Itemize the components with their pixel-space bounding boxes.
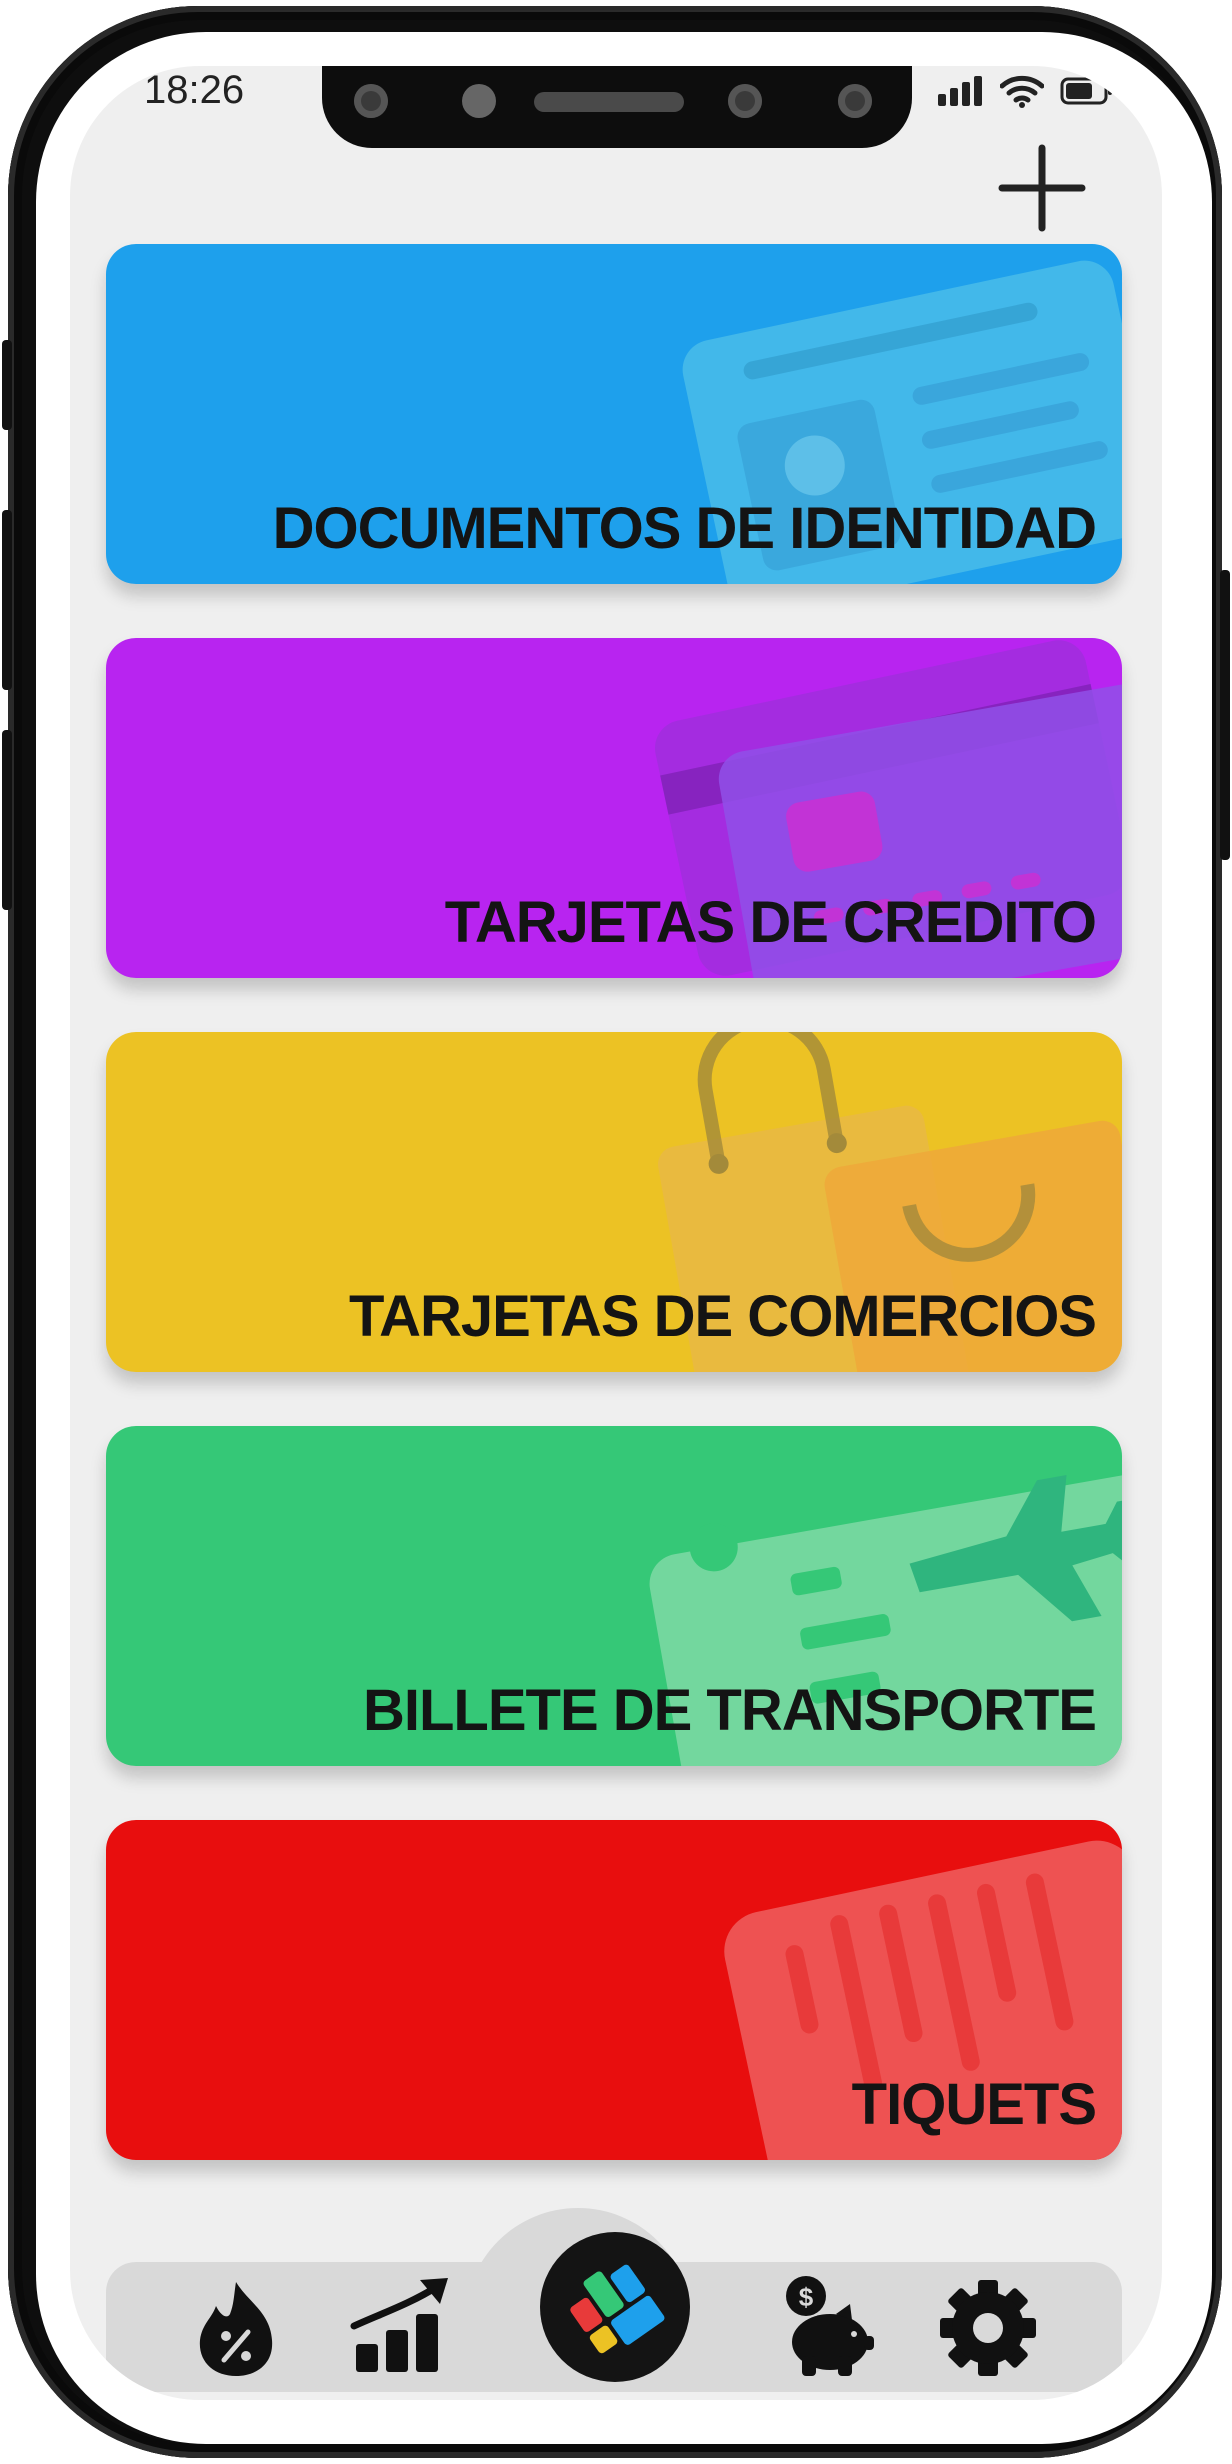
sensor-dot [838, 84, 872, 118]
signal-icon [938, 76, 982, 106]
plus-icon[interactable] [996, 142, 1088, 234]
phone-notch [322, 66, 912, 148]
gear-icon[interactable] [938, 2278, 1038, 2378]
card-tiquets[interactable]: TIQUETS [106, 1820, 1122, 2160]
card-tarjetas-credito[interactable]: TARJETAS DE CREDITO [106, 638, 1122, 978]
sensor-dot [354, 84, 388, 118]
card-label: TIQUETS [851, 2072, 1097, 2137]
battery-icon [1060, 77, 1112, 105]
status-time: 18:26 [144, 68, 245, 112]
card-label: BILLETE DE TRANSPORTE [362, 1678, 1097, 1743]
status-icons [938, 74, 1114, 108]
front-camera [728, 84, 762, 118]
wifi-icon [1000, 75, 1044, 108]
card-tarjetas-comercios[interactable]: TARJETAS DE COMERCIOS [106, 1032, 1122, 1372]
growth-chart-icon[interactable] [350, 2274, 454, 2374]
earpiece-speaker [534, 92, 684, 112]
app-logo-mark [570, 2264, 665, 2354]
discount-fire-icon[interactable] [188, 2278, 284, 2378]
volume-down-button [2, 730, 12, 910]
app-logo-icon[interactable] [540, 2232, 690, 2382]
card-documentos-identidad[interactable]: DOCUMENTOS DE IDENTIDAD [106, 244, 1122, 584]
card-label: DOCUMENTOS DE IDENTIDAD [272, 496, 1097, 561]
volume-up-button [2, 510, 12, 690]
card-billete-transporte[interactable]: BILLETE DE TRANSPORTE [106, 1426, 1122, 1766]
card-label: TARJETAS DE CREDITO [444, 890, 1097, 955]
card-label: TARJETAS DE COMERCIOS [348, 1284, 1097, 1349]
mute-switch [2, 340, 12, 430]
app-screen: 18:26 DOCUMENTOS DE IDENTIDAD TARJETAS D… [70, 66, 1162, 2400]
svg-text:$: $ [799, 2282, 814, 2312]
sensor-dot [462, 84, 496, 118]
power-button [1220, 570, 1230, 860]
piggy-bank-icon[interactable]: $ [776, 2274, 876, 2378]
